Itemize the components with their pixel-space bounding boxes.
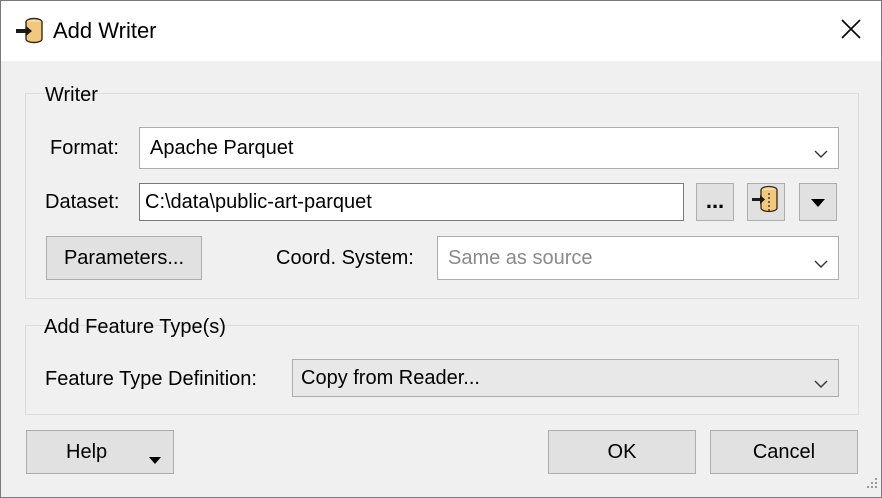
browse-button[interactable]: ... (696, 183, 734, 221)
cancel-label: Cancel (752, 440, 816, 463)
chevron-down-icon (814, 252, 828, 275)
close-button[interactable] (829, 9, 873, 53)
title-bar: Add Writer (1, 1, 881, 61)
help-button[interactable]: Help (26, 430, 174, 474)
dataset-menu-button[interactable] (799, 183, 837, 221)
parameters-button[interactable]: Parameters... (46, 236, 202, 280)
browse-label: ... (705, 188, 725, 213)
help-label: Help (66, 440, 108, 463)
format-label: Format: (50, 137, 119, 159)
chevron-down-icon (814, 142, 828, 165)
ok-button[interactable]: OK (548, 430, 696, 474)
parameters-label: Parameters... (63, 246, 185, 269)
dialog-title: Add Writer (53, 18, 157, 43)
feature-type-definition-label: Feature Type Definition: (45, 368, 257, 390)
add-writer-dialog: Add Writer Writer Format: Apache Parquet… (0, 0, 882, 498)
format-value: Apache Parquet (150, 136, 294, 159)
coord-system-select[interactable]: Same as source (437, 236, 839, 280)
ok-label: OK (607, 440, 637, 463)
feature-type-group-title: Add Feature Type(s) (44, 316, 226, 338)
format-select[interactable]: Apache Parquet (139, 127, 839, 169)
dataset-value: C:\data\public-art-parquet (145, 190, 372, 213)
coord-system-placeholder: Same as source (448, 246, 593, 269)
writer-database-icon (15, 16, 45, 46)
writer-group-title: Writer (45, 84, 98, 106)
resize-grip-icon[interactable] (864, 475, 878, 494)
dataset-tool-button[interactable] (747, 183, 785, 221)
cancel-button[interactable]: Cancel (710, 430, 858, 474)
triangle-down-icon (148, 448, 162, 471)
triangle-down-icon (810, 191, 826, 214)
chevron-down-icon (814, 372, 828, 395)
coord-system-label: Coord. System: (276, 247, 414, 269)
feature-type-definition-value: Copy from Reader... (301, 366, 480, 389)
feature-type-definition-select[interactable]: Copy from Reader... (292, 359, 839, 397)
dataset-input[interactable]: C:\data\public-art-parquet (139, 183, 684, 221)
dataset-label: Dataset: (45, 191, 120, 213)
database-zip-icon (751, 184, 781, 220)
close-icon (840, 18, 862, 45)
